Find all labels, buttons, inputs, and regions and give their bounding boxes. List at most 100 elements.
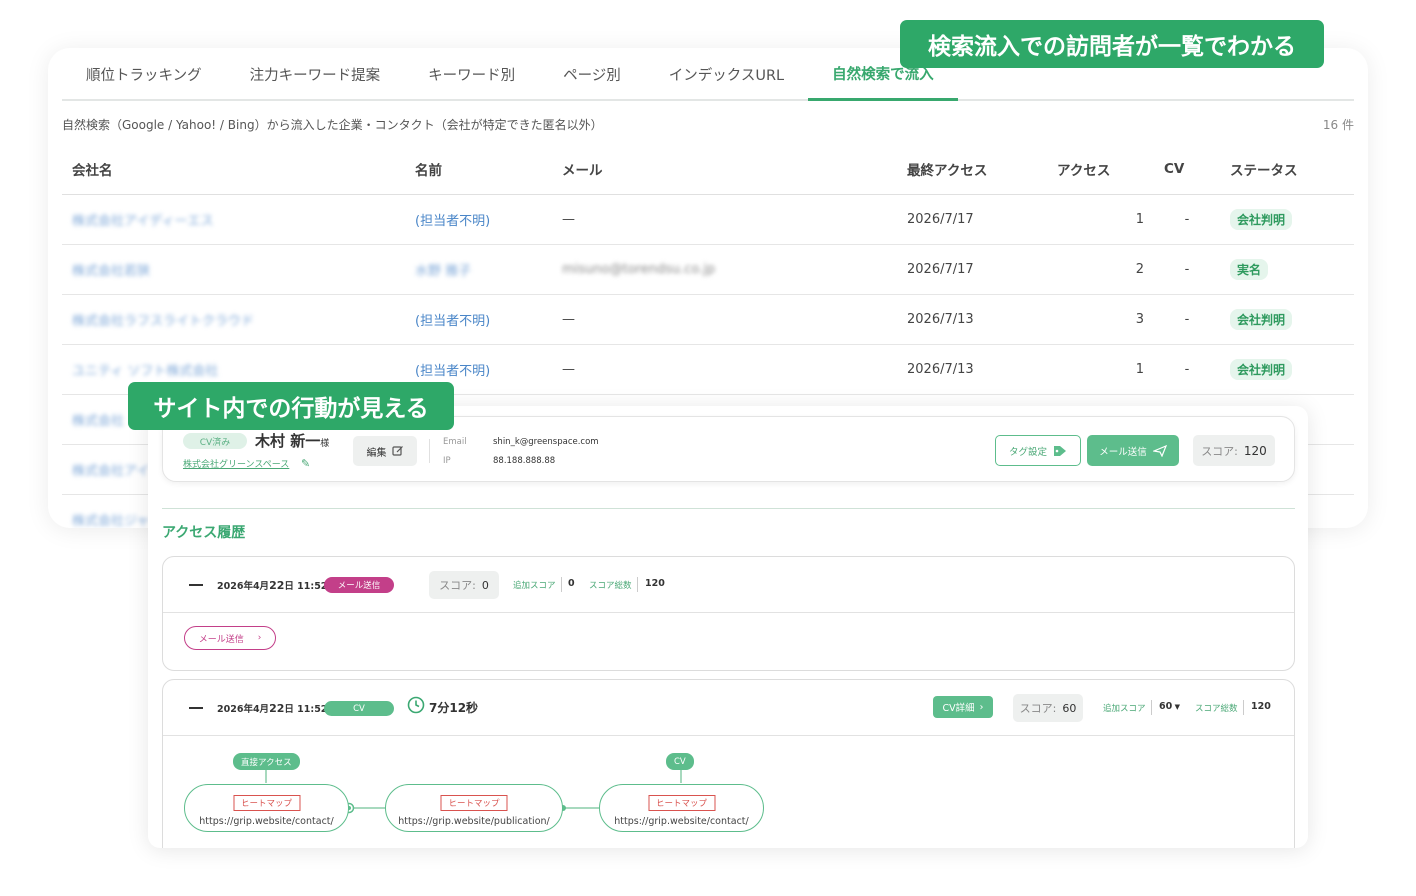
company-link[interactable]: 株式会社ジャ — [72, 514, 149, 529]
heatmap-link[interactable]: ヒートマップ — [440, 795, 508, 811]
mail-sent-detail-label: メール送信 — [198, 634, 244, 645]
cv-point-badge: CV — [666, 753, 694, 770]
company-link[interactable]: 株式会社アイ — [72, 464, 149, 479]
chevron-right-icon: › — [979, 701, 984, 713]
separator — [637, 577, 638, 592]
tag-icon — [1054, 445, 1066, 456]
separator — [1151, 700, 1152, 715]
history-entry-mail: 2026年4月22日 11:52 メール送信 スコア: 0 追加スコア 0 スコア… — [162, 556, 1295, 671]
edit-label: 編集 — [366, 447, 387, 459]
cv-status-badge: CV済み — [183, 433, 247, 449]
heatmap-link[interactable]: ヒートマップ — [647, 795, 716, 811]
added-score-dropdown[interactable]: 60 ▼ — [1159, 701, 1180, 712]
send-mail-label: メール送信 — [1099, 446, 1147, 458]
flow-node[interactable]: ヒートマップ https://grip.website/publication/ — [385, 784, 563, 832]
mail-sent-badge: メール送信 — [324, 577, 394, 593]
last-access-cell: 2026/7/13 — [897, 294, 1047, 345]
last-access-cell: 2026/7/17 — [897, 244, 1047, 295]
company-link[interactable]: 株式会社 — [72, 414, 124, 429]
contact-link[interactable]: (担当者不明) — [415, 314, 490, 329]
email-cell: — — [552, 294, 897, 345]
table-row[interactable]: 株式会社ラフスライトクラウド (担当者不明) — 2026/7/13 3 - 会… — [62, 294, 1354, 345]
separator — [561, 577, 562, 592]
send-icon — [1152, 444, 1167, 457]
total-score-label: スコア総数 — [589, 581, 632, 591]
chevron-right-icon: › — [257, 633, 262, 643]
flow-node[interactable]: ヒートマップ https://grip.website/contact/ — [184, 784, 349, 832]
tab-keyword-suggest[interactable]: 注力キーワード提案 — [226, 48, 405, 101]
added-score-label: 追加スコア — [1103, 704, 1146, 714]
tag-settings-label: タグ設定 — [1008, 446, 1047, 458]
company-link[interactable]: 株式会社若狭 — [72, 264, 150, 279]
email-value: shin_k@greenspace.com — [493, 437, 599, 447]
email-cell: — — [552, 194, 897, 245]
history-entry-cv: 2026年4月22日 11:52 CV 7分12秒 CV詳細 › スコア: 60 追… — [162, 679, 1295, 848]
tag-settings-button[interactable]: タグ設定 — [995, 435, 1081, 466]
status-badge: 会社判明 — [1230, 358, 1293, 380]
page-url: https://grip.website/contact/ — [614, 816, 749, 827]
caret-down-icon: ▼ — [1172, 703, 1181, 711]
email-cell: — — [552, 344, 897, 395]
flow-node[interactable]: ヒートマップ https://grip.website/contact/ — [599, 784, 764, 832]
table-header-row: 会社名 名前 メール 最終アクセス アクセス CV ステータス — [62, 144, 1354, 195]
cv-cell: - — [1154, 244, 1220, 295]
header-last-access[interactable]: 最終アクセス — [897, 144, 1047, 195]
history-entry-header: 2026年4月22日 11:52 メール送信 スコア: 0 追加スコア 0 スコア… — [163, 557, 1294, 613]
table-row[interactable]: 株式会社若狭 水野 雅子 misuno@torendsu.co.jp 2026/… — [62, 244, 1354, 295]
header-company[interactable]: 会社名 — [62, 144, 405, 195]
heatmap-link[interactable]: ヒートマップ — [232, 795, 301, 811]
cv-detail-button[interactable]: CV詳細 › — [933, 696, 993, 718]
added-score-value: 0 — [568, 578, 575, 589]
history-date-suffix: 日 11:52 — [284, 704, 328, 715]
contact-link[interactable]: 水野 雅子 — [415, 264, 471, 279]
entry-score-value: 0 — [481, 578, 489, 592]
history-date: 2026年4月22日 11:52 — [217, 701, 327, 715]
result-count: 16 件 — [1322, 118, 1354, 132]
person-name-text: 木村 新一 — [255, 432, 321, 450]
history-date-prefix: 2026年4月 — [217, 581, 270, 592]
collapse-icon[interactable] — [189, 584, 203, 586]
entry-score: スコア: 60 — [1013, 694, 1083, 722]
section-divider — [162, 508, 1295, 509]
tab-index-url[interactable]: インデックスURL — [645, 48, 808, 101]
header-access[interactable]: アクセス — [1047, 144, 1154, 195]
access-count-cell: 1 — [1047, 344, 1154, 395]
pencil-icon[interactable]: ✎ — [301, 457, 310, 470]
cv-detail-label: CV詳細 — [942, 703, 975, 714]
ip-label: IP — [443, 456, 451, 466]
company-link[interactable]: 株式会社ラフスライトクラウド — [72, 314, 254, 329]
email-cell: misuno@torendsu.co.jp — [562, 261, 716, 277]
callout-search-visitors: 検索流入での訪問者が一覧でわかる — [900, 20, 1324, 68]
header-email[interactable]: メール — [552, 144, 897, 195]
cv-cell: - — [1154, 344, 1220, 395]
page-url: https://grip.website/publication/ — [398, 816, 550, 827]
company-link[interactable]: 株式会社アイディーエス — [72, 214, 213, 229]
edit-icon — [391, 446, 403, 456]
person-company-link[interactable]: 株式会社グリーンスペース — [183, 457, 289, 470]
page-url: https://grip.website/contact/ — [199, 816, 334, 827]
send-mail-button[interactable]: メール送信 — [1087, 435, 1179, 466]
tab-by-page[interactable]: ページ別 — [539, 48, 645, 101]
added-score-label: 追加スコア — [513, 581, 556, 591]
company-link[interactable]: ユニティ ソフト株式会社 — [72, 364, 218, 379]
contact-link[interactable]: (担当者不明) — [415, 214, 490, 229]
status-badge: 会社判明 — [1230, 208, 1293, 230]
mail-sent-detail-button[interactable]: メール送信 › — [184, 626, 276, 650]
session-duration: 7分12秒 — [429, 701, 479, 715]
edit-button[interactable]: 編集 — [353, 436, 417, 466]
contact-link[interactable]: (担当者不明) — [415, 364, 490, 379]
cv-cell: - — [1154, 294, 1220, 345]
header-cv[interactable]: CV — [1154, 144, 1220, 195]
table-row[interactable]: 株式会社アイディーエス (担当者不明) — 2026/7/17 1 - 会社判明 — [62, 194, 1354, 245]
collapse-icon[interactable] — [189, 707, 203, 709]
header-status[interactable]: ステータス — [1220, 144, 1354, 195]
total-score-value: 120 — [1251, 701, 1271, 712]
header-name[interactable]: 名前 — [405, 144, 552, 195]
history-date-day: 22 — [269, 579, 285, 592]
person-name: 木村 新一様 — [255, 430, 329, 451]
entry-score-label: スコア: — [1019, 702, 1057, 715]
last-access-cell: 2026/7/13 — [897, 344, 1047, 395]
entry-score-label: スコア: — [439, 579, 476, 592]
tab-rank-tracking[interactable]: 順位トラッキング — [62, 48, 226, 101]
tab-by-keyword[interactable]: キーワード別 — [404, 48, 539, 101]
